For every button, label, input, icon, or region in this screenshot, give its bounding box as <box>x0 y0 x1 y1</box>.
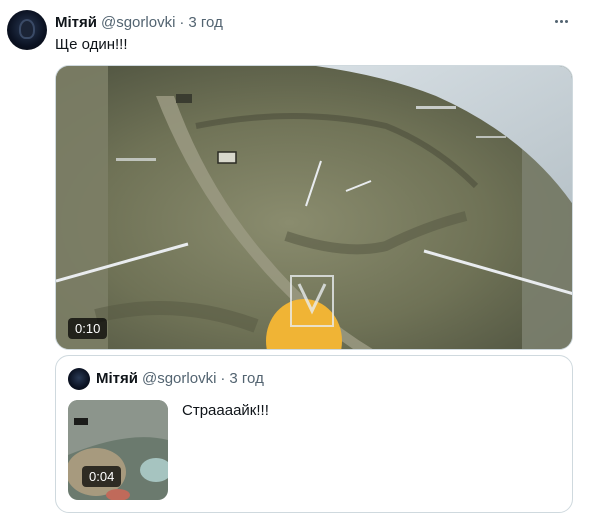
timestamp[interactable]: 3 год <box>188 14 222 31</box>
video-duration: 0:10 <box>68 318 108 339</box>
separator-dot: · <box>179 13 185 31</box>
quoted-tweet-text: Страааайк!!! <box>182 402 269 419</box>
avatar[interactable] <box>7 10 47 50</box>
quoted-video-duration: 0:04 <box>82 466 122 487</box>
video-frame <box>56 66 572 349</box>
quoted-author-name[interactable]: Мітяй <box>96 370 138 387</box>
tweet-header: Мітяй @sgorlovki · 3 год <box>55 12 223 32</box>
more-options-icon[interactable] <box>551 14 571 28</box>
tweet-text: Ще один!!! <box>55 36 128 53</box>
quoted-tweet[interactable]: Мітяй @sgorlovki · 3 год 0:04 Страааайк!… <box>55 355 573 513</box>
quoted-timestamp[interactable]: 3 год <box>229 370 263 387</box>
quoted-separator-dot: · <box>220 370 226 387</box>
video-player[interactable]: 0:10 <box>55 65 573 350</box>
quoted-avatar[interactable] <box>68 368 90 390</box>
author-handle[interactable]: @sgorlovki <box>101 14 175 31</box>
quoted-author-handle[interactable]: @sgorlovki <box>142 370 216 387</box>
quoted-video-thumbnail[interactable]: 0:04 <box>68 400 168 500</box>
tweet[interactable]: Мітяй @sgorlovki · 3 год Ще один!!! 0:10… <box>0 0 593 516</box>
quoted-header: Мітяй @sgorlovki · 3 год <box>96 370 264 387</box>
author-name[interactable]: Мітяй <box>55 14 97 31</box>
